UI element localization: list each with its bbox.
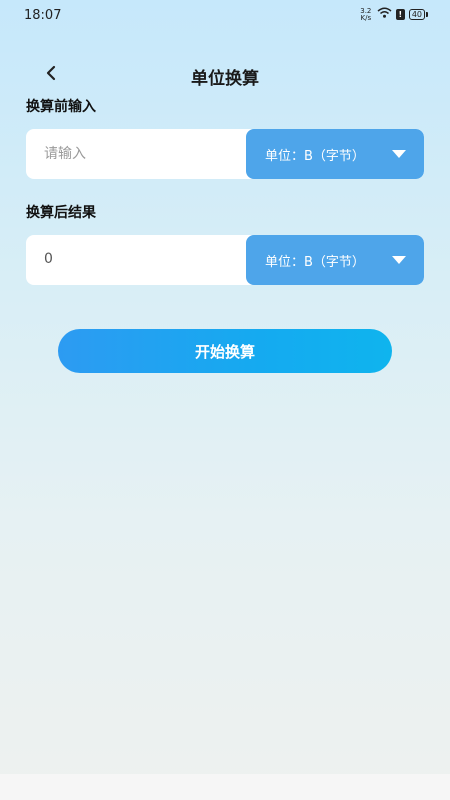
start-convert-button[interactable]: 开始换算 bbox=[58, 329, 392, 373]
output-unit-select[interactable]: 单位：B（字节） bbox=[246, 235, 424, 285]
wifi-icon bbox=[377, 7, 392, 22]
output-section-label: 换算后结果 bbox=[26, 205, 96, 221]
page-title: 单位换算 bbox=[191, 69, 259, 89]
output-unit-label: 单位：B（字节） bbox=[265, 254, 365, 270]
input-unit-label: 单位：B（字节） bbox=[265, 148, 365, 164]
network-speed: 3.2 K/s bbox=[359, 7, 373, 22]
caret-down-icon bbox=[392, 147, 406, 162]
battery-icon: 40 bbox=[408, 9, 428, 20]
result-value: 0 bbox=[44, 251, 53, 267]
nav-bar: 单位换算 bbox=[0, 56, 450, 94]
status-icons: 3.2 K/s ! 40 bbox=[359, 7, 428, 22]
alert-icon: ! bbox=[395, 9, 405, 20]
input-section-label: 换算前输入 bbox=[26, 99, 96, 115]
caret-down-icon bbox=[392, 253, 406, 268]
value-input[interactable] bbox=[26, 129, 246, 179]
input-unit-select[interactable]: 单位：B（字节） bbox=[246, 129, 424, 179]
input-row: 单位：B（字节） bbox=[26, 129, 424, 179]
network-speed-unit: K/s bbox=[360, 13, 372, 22]
bottom-bar bbox=[0, 774, 450, 800]
battery-level: 40 bbox=[408, 9, 425, 20]
status-time: 18:07 bbox=[24, 8, 62, 23]
status-bar: 18:07 3.2 K/s ! 40 bbox=[0, 0, 450, 30]
output-row: 0 单位：B（字节） bbox=[26, 235, 424, 285]
